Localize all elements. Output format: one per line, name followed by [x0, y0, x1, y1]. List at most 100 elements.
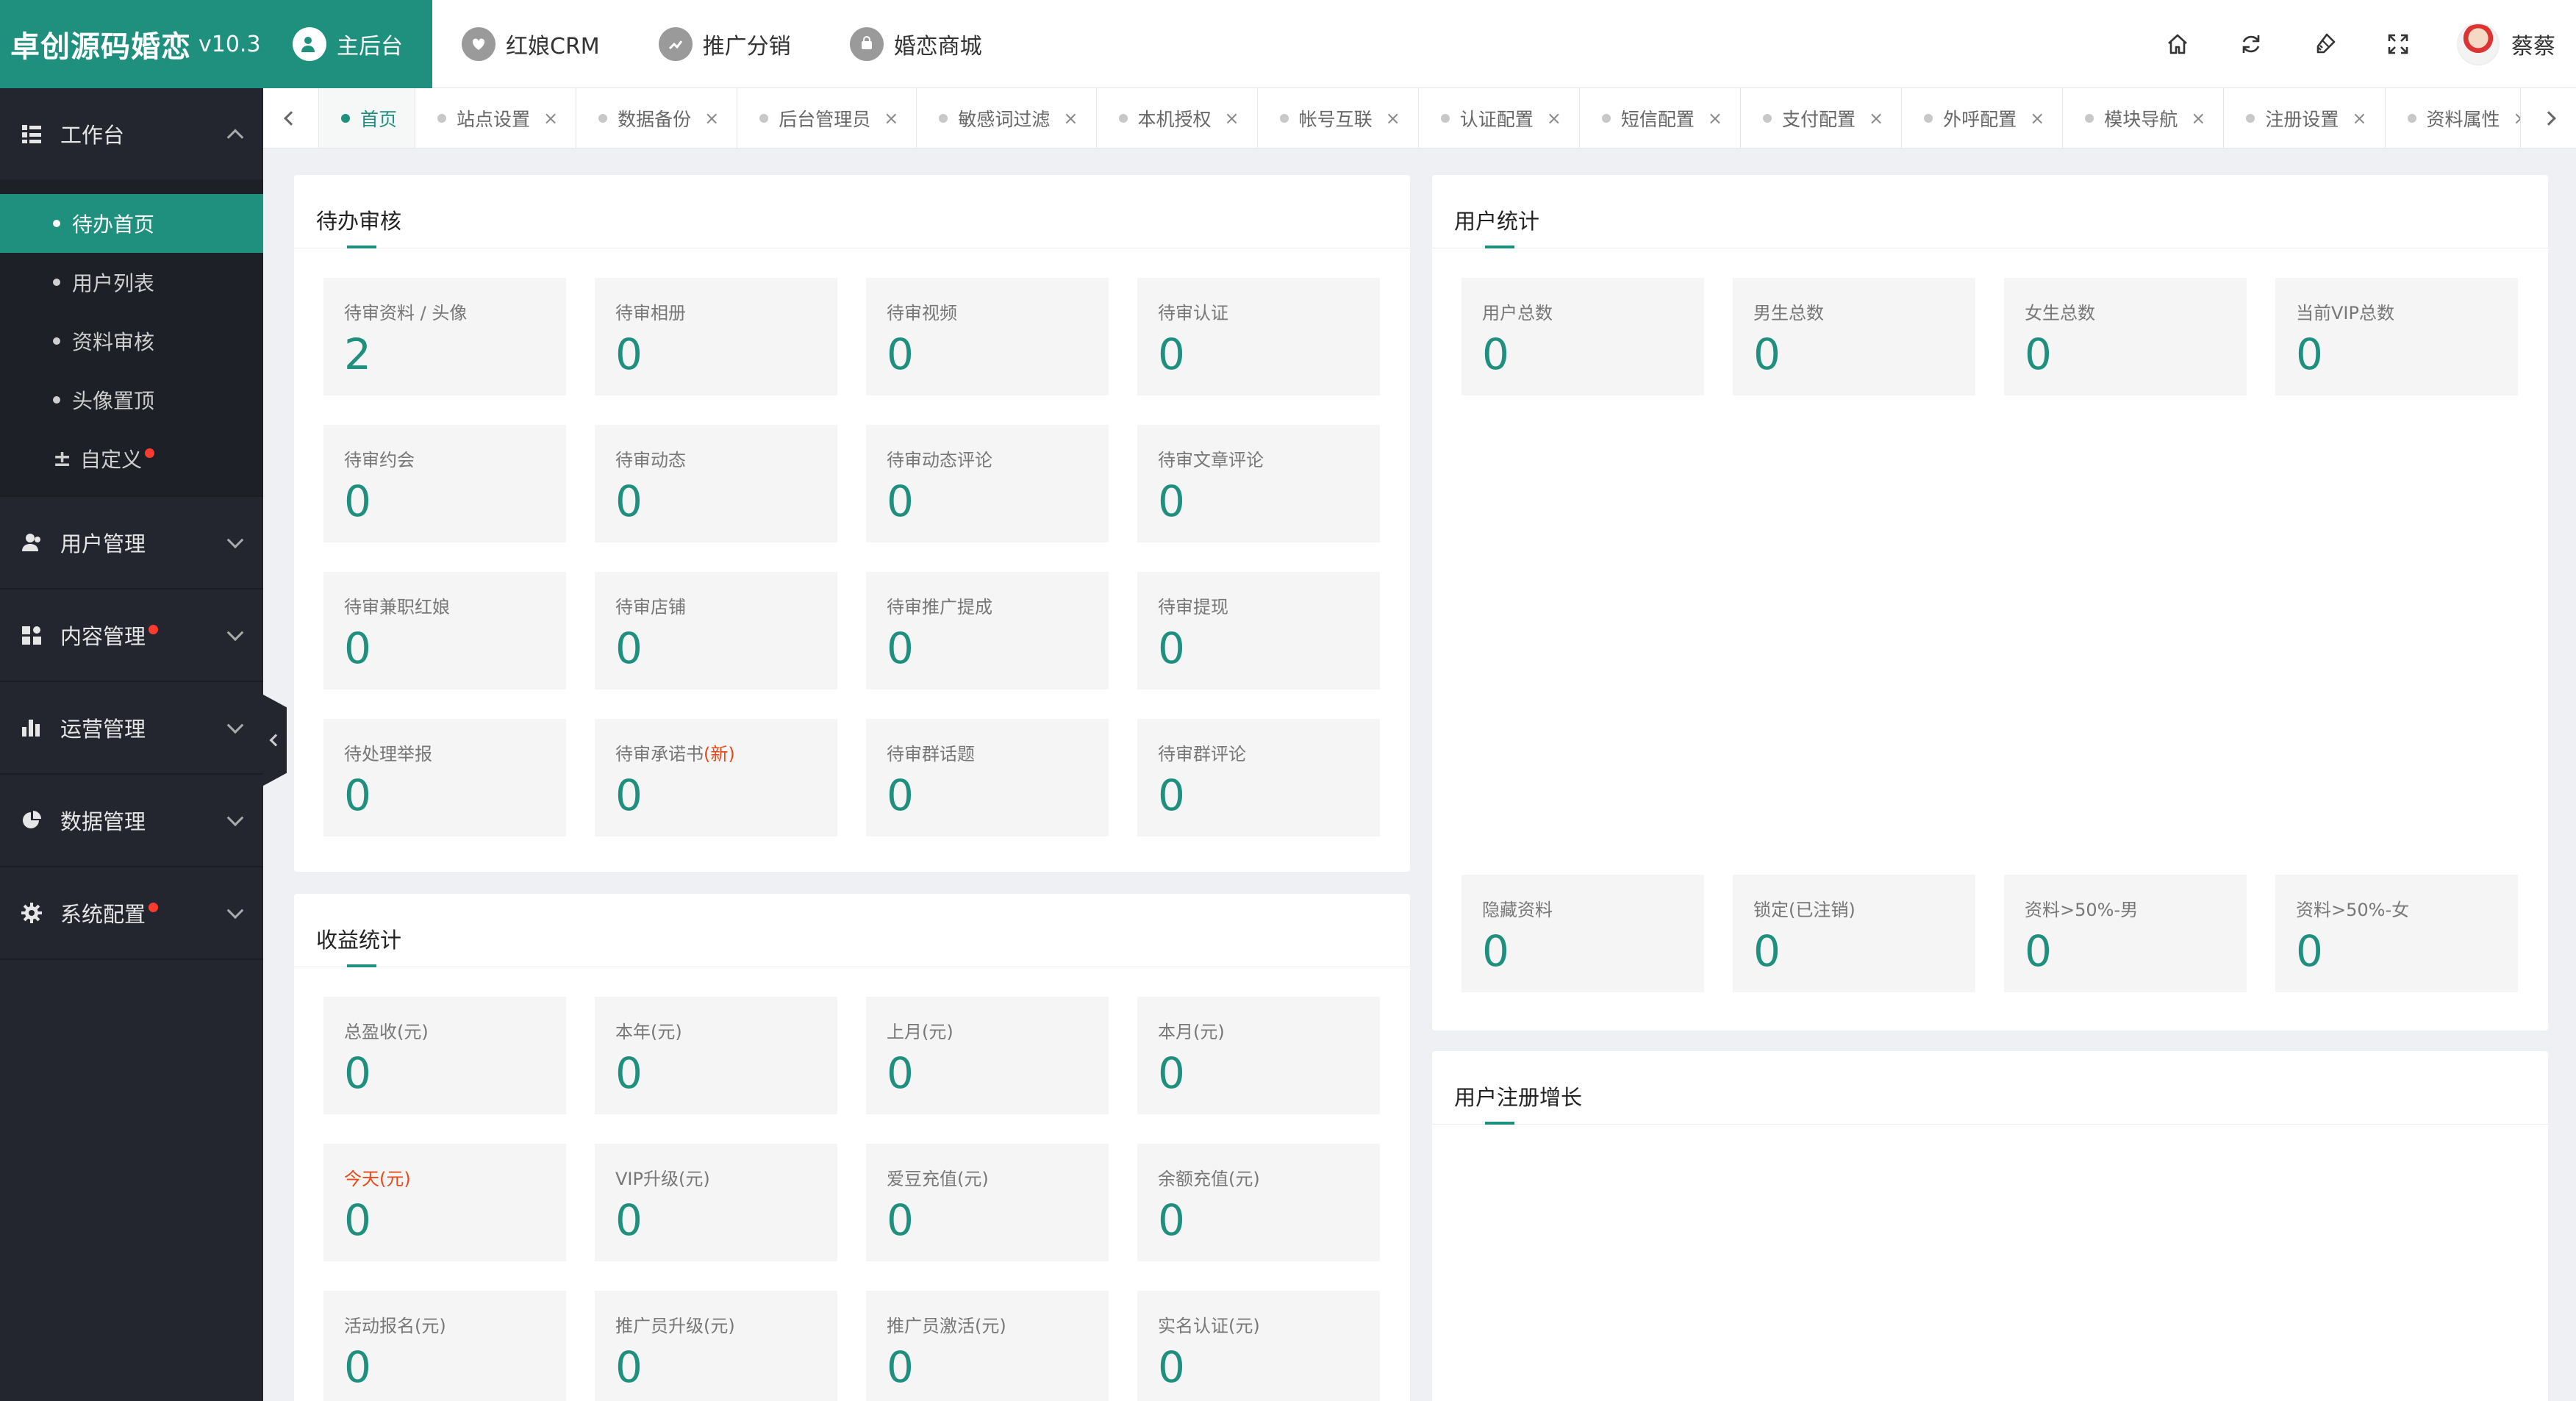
page-tab[interactable]: 支付配置 ×: [1741, 88, 1903, 148]
page-tab[interactable]: 注册设置 ×: [2224, 88, 2386, 148]
page-tab[interactable]: 后台管理员 ×: [737, 88, 917, 148]
refresh-icon[interactable]: [2214, 0, 2288, 88]
tab-promotion[interactable]: 推广分销: [629, 0, 820, 88]
close-icon[interactable]: ×: [884, 108, 898, 129]
stat-card[interactable]: 推广员激活(元) 0: [866, 1291, 1109, 1401]
stat-card[interactable]: 本月(元) 0: [1137, 997, 1380, 1114]
tab-matchmaker-crm[interactable]: 红娘CRM: [432, 0, 629, 88]
page-tab[interactable]: 认证配置 ×: [1419, 88, 1580, 148]
sidebar-item-avatar-top[interactable]: 头像置顶: [0, 370, 263, 429]
stat-card[interactable]: 女生总数 0: [2004, 278, 2247, 395]
stat-card[interactable]: 待审店铺 0: [595, 572, 837, 689]
menu-operations-management[interactable]: 运营管理: [0, 682, 263, 773]
stat-card[interactable]: 待审资料 / 头像 2: [323, 278, 566, 395]
page-tab[interactable]: 短信配置 ×: [1580, 88, 1742, 148]
close-icon[interactable]: ×: [1386, 108, 1400, 129]
stat-card[interactable]: 当前VIP总数 0: [2275, 278, 2518, 395]
page-tab-label: 模块导航: [2104, 108, 2178, 130]
stat-card[interactable]: 待审动态 0: [595, 425, 837, 542]
stat-card[interactable]: 推广员升级(元) 0: [595, 1291, 837, 1401]
stat-card[interactable]: 实名认证(元) 0: [1137, 1291, 1380, 1401]
menu-system-config[interactable]: 系统配置: [0, 867, 263, 959]
tab-main-admin[interactable]: 主后台: [263, 0, 432, 88]
close-icon[interactable]: ×: [2514, 108, 2520, 129]
stat-card[interactable]: 待审动态评论 0: [866, 425, 1109, 542]
page-tab[interactable]: 资料属性 ×: [2386, 88, 2520, 148]
close-icon[interactable]: ×: [1869, 108, 1883, 129]
sidebar-item-profile-review[interactable]: 资料审核: [0, 312, 263, 370]
stat-label: 上月(元): [887, 1017, 1088, 1043]
stat-card[interactable]: 资料>50%-女 0: [2275, 875, 2518, 992]
close-icon[interactable]: ×: [1547, 108, 1561, 129]
stat-card[interactable]: 待审相册 0: [595, 278, 837, 395]
stat-card[interactable]: 待审群评论 0: [1137, 719, 1380, 836]
stat-card[interactable]: 待审群话题 0: [866, 719, 1109, 836]
stat-card[interactable]: 待审兼职红娘 0: [323, 572, 566, 689]
page-tab-label: 外呼配置: [1943, 108, 2017, 130]
close-icon[interactable]: ×: [704, 108, 719, 129]
stat-card[interactable]: 余额充值(元) 0: [1137, 1144, 1380, 1261]
close-icon[interactable]: ×: [2030, 108, 2044, 129]
share-icon: [658, 26, 693, 61]
home-icon[interactable]: [2141, 0, 2214, 88]
menu-content-management[interactable]: 内容管理: [0, 590, 263, 681]
title-underline: [347, 246, 376, 248]
sidebar-collapse-button[interactable]: [263, 695, 287, 786]
menu-data-management[interactable]: 数据管理: [0, 775, 263, 866]
stat-card[interactable]: 上月(元) 0: [866, 997, 1109, 1114]
user-stats-top-grid: 用户总数 0 男生总数 0 女生总数 0 当前VIP总数 0: [1461, 278, 2518, 395]
tabs-scroll-left-button[interactable]: [263, 88, 319, 148]
page-tab[interactable]: 外呼配置 ×: [1902, 88, 2064, 148]
stat-card[interactable]: 待审承诺书(新) 0: [595, 719, 837, 836]
stat-card[interactable]: 待处理举报 0: [323, 719, 566, 836]
stat-card[interactable]: 待审提现 0: [1137, 572, 1380, 689]
stat-card[interactable]: 待审约会 0: [323, 425, 566, 542]
close-icon[interactable]: ×: [1063, 108, 1078, 129]
stat-card[interactable]: 男生总数 0: [1733, 278, 1975, 395]
stat-label: 待审推广提成: [887, 592, 1088, 618]
stat-card[interactable]: VIP升级(元) 0: [595, 1144, 837, 1261]
stat-card[interactable]: 本年(元) 0: [595, 997, 837, 1114]
tab-dot-icon: [2246, 113, 2255, 123]
page-tab[interactable]: 帐号互联 ×: [1258, 88, 1419, 148]
close-icon[interactable]: ×: [2191, 108, 2205, 129]
stat-card[interactable]: 活动报名(元) 0: [323, 1291, 566, 1401]
username[interactable]: 蔡蔡: [2511, 28, 2555, 60]
stat-card[interactable]: 隐藏资料 0: [1461, 875, 1704, 992]
page-tab[interactable]: 模块导航 ×: [2063, 88, 2225, 148]
menu-workbench[interactable]: 工作台: [0, 88, 263, 179]
page-tab[interactable]: 站点设置 ×: [415, 88, 577, 148]
brand-logo[interactable]: 卓创源码婚恋 v10.3: [0, 0, 263, 88]
stat-card[interactable]: 总盈收(元) 0: [323, 997, 566, 1114]
page-tab[interactable]: 敏感词过滤 ×: [917, 88, 1097, 148]
tab-mall[interactable]: 婚恋商城: [820, 0, 1012, 88]
stat-card[interactable]: 今天(元) 0: [323, 1144, 566, 1261]
fullscreen-icon[interactable]: [2361, 0, 2435, 88]
page-tab[interactable]: 数据备份 ×: [576, 88, 738, 148]
stat-card[interactable]: 待审认证 0: [1137, 278, 1380, 395]
sidebar-item-user-list[interactable]: 用户列表: [0, 253, 263, 312]
menu-user-management[interactable]: 用户管理: [0, 497, 263, 588]
stat-card[interactable]: 待审视频 0: [866, 278, 1109, 395]
avatar[interactable]: [2457, 22, 2500, 65]
stat-card[interactable]: 资料>50%-男 0: [2004, 875, 2247, 992]
stat-card[interactable]: 待审文章评论 0: [1137, 425, 1380, 542]
page-tab-label: 短信配置: [1620, 108, 1695, 130]
close-icon[interactable]: ×: [1708, 108, 1722, 129]
dashboard-icon: [19, 121, 44, 146]
page-tab[interactable]: 本机授权 ×: [1097, 88, 1258, 148]
stat-label: 待审提现: [1158, 592, 1359, 618]
close-icon[interactable]: ×: [1225, 108, 1239, 129]
clear-icon[interactable]: [2288, 0, 2361, 88]
tabs-scroll-right-button[interactable]: [2520, 88, 2576, 148]
sidebar-item-todo-home[interactable]: 待办首页: [0, 194, 263, 253]
stat-card[interactable]: 爱豆充值(元) 0: [866, 1144, 1109, 1261]
stat-card[interactable]: 待审推广提成 0: [866, 572, 1109, 689]
page-tab[interactable]: 首页: [319, 88, 416, 148]
stat-card[interactable]: 锁定(已注销) 0: [1733, 875, 1975, 992]
sidebar-item-custom[interactable]: ± 自定义: [0, 429, 263, 488]
close-icon[interactable]: ×: [543, 108, 558, 129]
close-icon[interactable]: ×: [2352, 108, 2366, 129]
stat-card[interactable]: 用户总数 0: [1461, 278, 1704, 395]
stat-label-text: 锁定(已注销): [1753, 900, 1856, 920]
